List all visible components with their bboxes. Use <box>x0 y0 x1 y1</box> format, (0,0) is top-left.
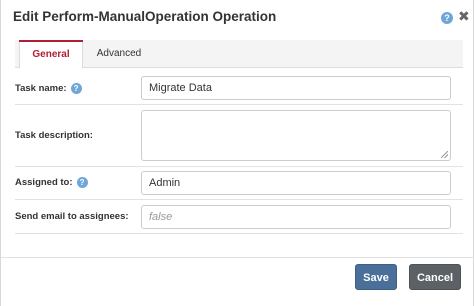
task-description-label: Task description: <box>15 130 93 141</box>
send-email-input[interactable]: false <box>141 205 451 229</box>
task-description-textarea[interactable] <box>141 110 451 161</box>
task-name-label-text: Task name: <box>15 83 67 94</box>
help-icon[interactable]: ? <box>441 12 453 24</box>
row-divider <box>15 233 463 234</box>
footer-divider <box>1 257 474 258</box>
tab-bar: General Advanced <box>15 40 463 69</box>
resize-handle-icon[interactable] <box>441 151 448 158</box>
assigned-to-input[interactable]: Admin <box>141 171 451 195</box>
row-divider <box>15 166 463 167</box>
assigned-to-label-text: Assigned to: <box>15 177 73 188</box>
row-divider <box>15 104 463 105</box>
edit-operation-dialog: Edit Perform-ManualOperation Operation ?… <box>0 0 474 306</box>
send-email-label: Send email to assignees: <box>15 211 129 222</box>
row-divider <box>15 199 463 200</box>
assigned-to-label: Assigned to: ? <box>15 177 88 188</box>
dialog-title: Edit Perform-ManualOperation Operation <box>13 9 277 24</box>
close-icon[interactable]: ✖ <box>458 9 470 23</box>
task-name-label: Task name: ? <box>15 83 82 94</box>
cancel-button[interactable]: Cancel <box>409 264 461 290</box>
help-icon[interactable]: ? <box>70 83 82 94</box>
help-icon[interactable]: ? <box>76 177 88 188</box>
task-name-input[interactable]: Migrate Data <box>141 76 451 100</box>
tab-general[interactable]: General <box>19 40 83 69</box>
save-button[interactable]: Save <box>355 264 397 290</box>
tab-advanced[interactable]: Advanced <box>87 40 151 69</box>
